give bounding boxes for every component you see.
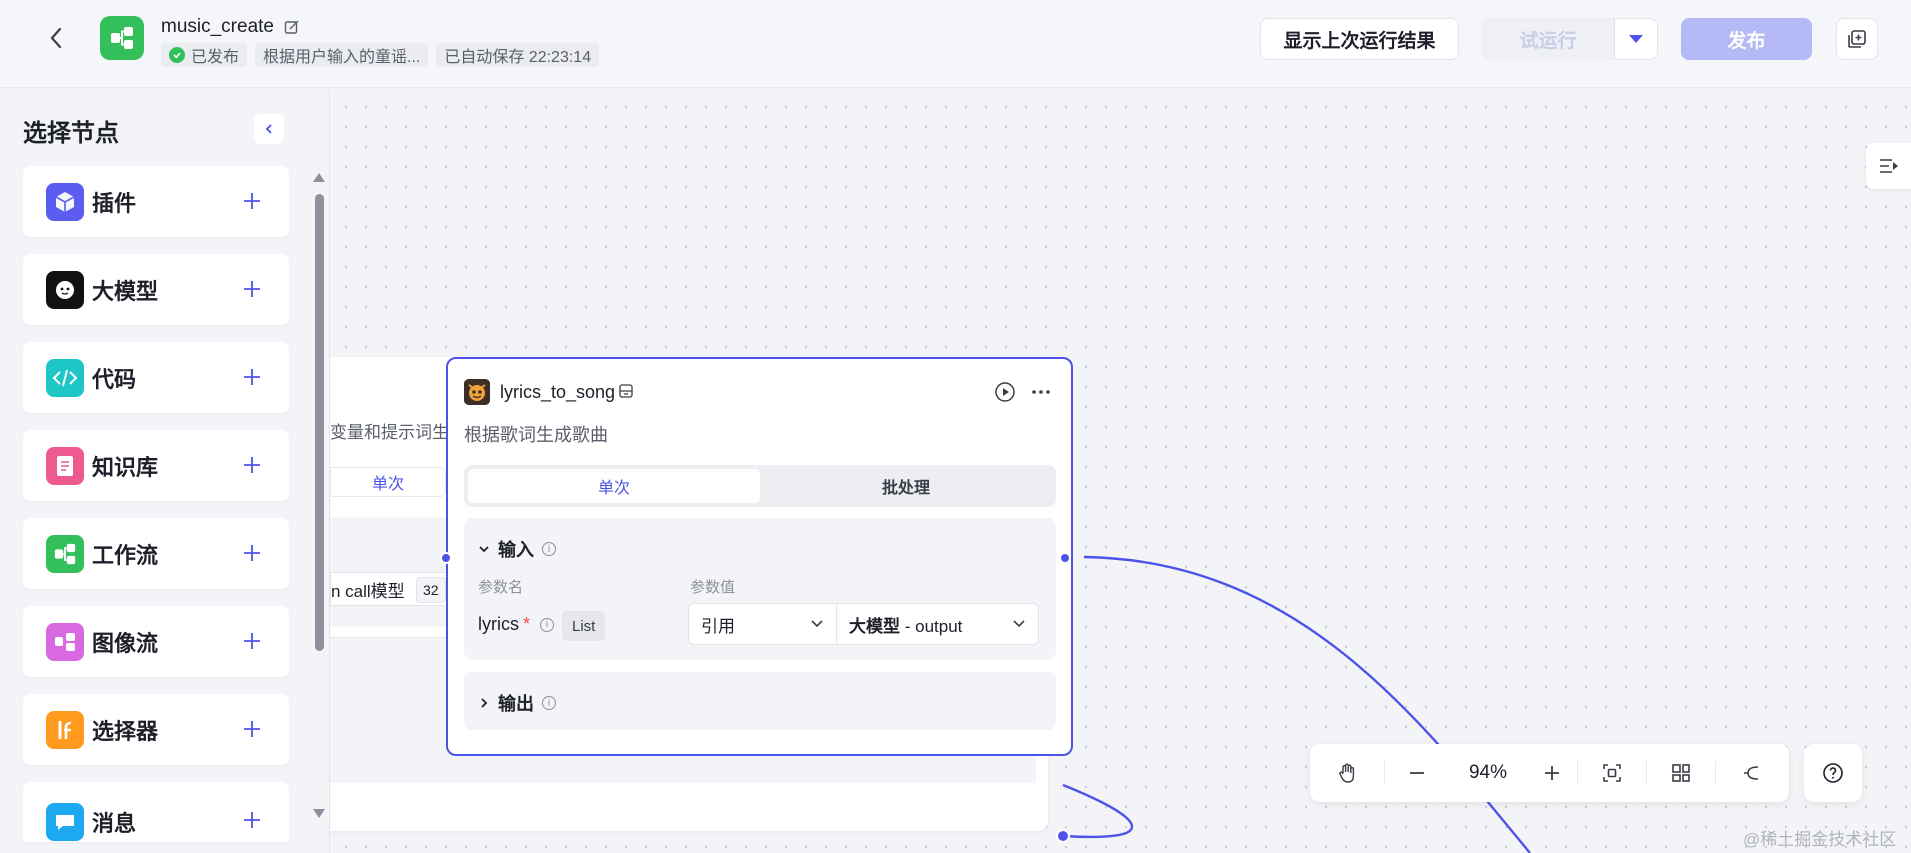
chevron-left-icon bbox=[265, 124, 272, 134]
add-icon[interactable] bbox=[241, 809, 263, 831]
output-section-header[interactable]: 输出 i bbox=[478, 690, 556, 716]
scrollbar-thumb[interactable] bbox=[315, 194, 324, 651]
ref-mode-select[interactable]: 引用 bbox=[688, 603, 837, 645]
param-type-badge: List bbox=[562, 611, 606, 641]
panel-toggle-icon[interactable] bbox=[1866, 143, 1911, 189]
plugin-avatar-icon bbox=[464, 379, 490, 405]
input-section-header[interactable]: 输入 i bbox=[478, 536, 556, 562]
input-section: 输入 i 参数名 参数值 lyrics * i List 引用 大模型 - out… bbox=[464, 518, 1056, 660]
plugin-badge-icon bbox=[619, 384, 633, 398]
edge-line bbox=[1062, 783, 1134, 839]
source-field-name: output bbox=[915, 616, 963, 636]
knowledge-icon bbox=[46, 446, 84, 485]
tab-batch[interactable]: 批处理 bbox=[760, 469, 1052, 503]
panel-title: 选择节点 bbox=[23, 120, 119, 147]
sidebar-item-label: 消息 bbox=[92, 811, 137, 836]
help-icon[interactable] bbox=[1804, 744, 1862, 802]
message-icon bbox=[46, 803, 84, 841]
sidebar-item-workflow[interactable]: 工作流 bbox=[23, 518, 289, 589]
sidebar-item-knowledge[interactable]: 知识库 bbox=[23, 430, 289, 501]
output-section: 输出 i bbox=[464, 672, 1056, 730]
if-icon bbox=[46, 710, 84, 749]
more-icon[interactable] bbox=[1029, 381, 1053, 403]
sidebar-item-code[interactable]: 代码 bbox=[23, 342, 289, 413]
llm-face-icon bbox=[46, 270, 84, 309]
add-icon[interactable] bbox=[241, 718, 263, 740]
zoom-level[interactable]: 94% bbox=[1449, 744, 1527, 802]
mode-tabs: 单次 批处理 bbox=[464, 465, 1056, 507]
sidebar-item-label: 大模型 bbox=[92, 278, 159, 304]
edge-port[interactable] bbox=[1056, 829, 1070, 843]
source-node-name: 大模型 bbox=[849, 616, 900, 636]
node-description: 根据歌词生成歌曲 bbox=[464, 425, 608, 445]
chevron-right-icon bbox=[481, 698, 488, 708]
sidebar-item-label: 图像流 bbox=[92, 630, 159, 656]
zoom-in-icon[interactable] bbox=[1527, 744, 1577, 802]
sidebar-item-label: 知识库 bbox=[92, 454, 159, 480]
line-style-icon[interactable] bbox=[1716, 744, 1786, 802]
code-icon bbox=[46, 358, 84, 397]
watermark-text: @稀土掘金技术社区 bbox=[1743, 830, 1897, 849]
sidebar-item-label: 选择器 bbox=[92, 718, 159, 744]
param-name-header: 参数名 bbox=[478, 579, 524, 596]
param-name-label: lyrics bbox=[478, 614, 519, 634]
chevron-down-icon bbox=[1013, 620, 1025, 628]
add-icon[interactable] bbox=[241, 190, 263, 212]
add-icon[interactable] bbox=[241, 278, 263, 300]
sidebar-item-label: 代码 bbox=[92, 366, 137, 392]
param-lyrics: lyrics * i bbox=[478, 614, 555, 635]
node-selector-panel: 选择节点 插件 大模型 代码 知识库 工作流 图像流 选择器 消息 bbox=[0, 89, 330, 853]
add-icon[interactable] bbox=[241, 366, 263, 388]
source-separator: - bbox=[900, 616, 916, 636]
scroll-down-icon[interactable] bbox=[313, 809, 325, 818]
input-section-label: 输入 bbox=[498, 540, 534, 560]
required-mark: * bbox=[523, 614, 531, 634]
ref-mode-value: 引用 bbox=[701, 616, 735, 636]
sidebar-item-label: 工作流 bbox=[92, 542, 159, 568]
imageflow-icon bbox=[46, 622, 84, 661]
info-icon[interactable]: i bbox=[542, 696, 556, 710]
collapse-panel-button[interactable] bbox=[254, 114, 284, 144]
input-port[interactable] bbox=[440, 552, 452, 564]
chevron-down-icon bbox=[479, 546, 489, 553]
hand-tool-icon[interactable] bbox=[1310, 744, 1384, 802]
edge-line bbox=[1083, 555, 1531, 853]
tab-single[interactable]: 单次 bbox=[330, 467, 446, 497]
fit-view-icon[interactable] bbox=[1578, 744, 1646, 802]
info-icon[interactable]: i bbox=[542, 542, 556, 556]
sidebar-item-selector[interactable]: 选择器 bbox=[23, 694, 289, 765]
output-port[interactable] bbox=[1059, 552, 1071, 564]
zoom-out-icon[interactable] bbox=[1385, 744, 1449, 802]
sidebar-item-label: 插件 bbox=[92, 190, 137, 216]
info-icon[interactable]: i bbox=[540, 617, 555, 632]
source-variable-value: 大模型 - output bbox=[849, 612, 962, 637]
param-value-header: 参数值 bbox=[690, 579, 736, 596]
node-description: 变量和提示词生 bbox=[330, 423, 449, 442]
add-icon[interactable] bbox=[241, 542, 263, 564]
play-icon[interactable] bbox=[994, 381, 1016, 403]
add-icon[interactable] bbox=[241, 630, 263, 652]
scroll-up-icon[interactable] bbox=[313, 173, 325, 182]
tab-single[interactable]: 单次 bbox=[468, 469, 760, 503]
lyrics-to-song-node[interactable]: lyrics_to_song 根据歌词生成歌曲 单次 批处理 输入 i 参数名 … bbox=[440, 357, 1073, 756]
node-title: lyrics_to_song bbox=[500, 382, 616, 402]
model-param-chip: 32 bbox=[416, 577, 446, 603]
model-label: n call模型 bbox=[331, 581, 405, 601]
output-section-label: 输出 bbox=[498, 694, 534, 714]
cube-icon bbox=[46, 182, 84, 221]
chevron-down-icon bbox=[811, 620, 823, 628]
sidebar-item-llm[interactable]: 大模型 bbox=[23, 254, 289, 325]
sidebar-item-plugin[interactable]: 插件 bbox=[23, 166, 289, 237]
canvas-toolbar: 94% bbox=[1310, 744, 1789, 802]
source-variable-select[interactable]: 大模型 - output bbox=[837, 603, 1039, 645]
add-icon[interactable] bbox=[241, 454, 263, 476]
sidebar-item-message[interactable]: 消息 bbox=[23, 782, 289, 842]
auto-layout-icon[interactable] bbox=[1647, 744, 1715, 802]
workflow-icon bbox=[46, 534, 84, 573]
sidebar-item-imageflow[interactable]: 图像流 bbox=[23, 606, 289, 677]
